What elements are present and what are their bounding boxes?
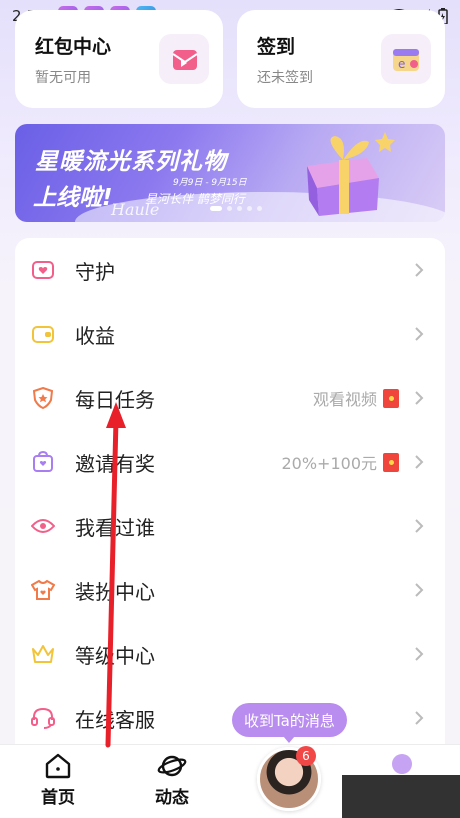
menu-item-label: 我看过谁	[75, 515, 155, 540]
chevron-right-icon	[409, 708, 429, 728]
red-envelope-icon	[159, 34, 209, 84]
menu-item-label: 守护	[75, 259, 115, 284]
heart-tv-icon	[31, 258, 55, 282]
watermark-block	[342, 775, 460, 818]
shield-task-icon	[31, 386, 55, 410]
menu-item-invite-rewards[interactable]: 邀请有奖 20%+100元	[15, 430, 445, 494]
menu-item-label: 在线客服	[75, 707, 155, 732]
menu-item-customer-service[interactable]: 在线客服	[15, 686, 445, 750]
home-icon	[45, 753, 71, 779]
nav-label: 首页	[41, 788, 75, 808]
unread-badge: 6	[296, 746, 316, 766]
banner-date: 9月9日 - 9月15日	[173, 178, 247, 188]
banner-headline: 星暖流光系列礼物	[35, 149, 227, 175]
chevron-right-icon	[409, 388, 429, 408]
menu-item-label: 每日任务	[75, 387, 155, 412]
red-packet-icon	[383, 452, 399, 472]
chevron-right-icon	[409, 516, 429, 536]
menu-item-hint: 观看视频	[313, 386, 399, 410]
nav-tab-home[interactable]: 首页	[23, 753, 93, 808]
crown-icon	[31, 642, 55, 666]
gift-bag-icon	[31, 450, 55, 474]
message-tooltip[interactable]: 收到Ta的消息	[232, 703, 347, 743]
chevron-right-icon	[409, 324, 429, 344]
menu-item-earnings[interactable]: 收益	[15, 302, 445, 366]
banner-pagination[interactable]	[210, 206, 262, 211]
calendar-checkin-icon: e	[381, 34, 431, 84]
promo-banner[interactable]: 星暖流光系列礼物 上线啦! 9月9日 - 9月15日 星河长伴 鹊梦同行 Hau…	[15, 124, 445, 222]
nav-tab-feed[interactable]: 动态	[137, 753, 207, 808]
red-envelope-center-card[interactable]: 红包中心 暂无可用	[15, 10, 223, 108]
banner-tagline: 星河长伴 鹊梦同行	[145, 192, 245, 206]
hint-text: 20%+100元	[281, 454, 377, 473]
banner-headline-2: 上线啦!	[33, 185, 113, 211]
banner-signature: Haule	[111, 200, 160, 219]
wallet-icon	[31, 322, 55, 346]
gift-box-icon	[307, 132, 395, 216]
headset-icon	[31, 706, 55, 730]
menu-item-hint: 20%+100元	[281, 450, 399, 474]
planet-icon	[157, 755, 187, 777]
menu-item-dressup-center[interactable]: 装扮中心	[15, 558, 445, 622]
menu-list: 守护 收益 每日任务 观看视频 邀请有奖 20%+100元 我看过谁 装扮中心 …	[15, 238, 445, 758]
svg-text:e: e	[398, 57, 405, 71]
red-packet-icon	[383, 388, 399, 408]
chevron-right-icon	[409, 580, 429, 600]
menu-item-visited[interactable]: 我看过谁	[15, 494, 445, 558]
nav-indicator-dot	[392, 754, 412, 774]
tshirt-icon	[31, 578, 55, 602]
menu-item-daily-tasks[interactable]: 每日任务 观看视频	[15, 366, 445, 430]
menu-item-level-center[interactable]: 等级中心	[15, 622, 445, 686]
checkin-card[interactable]: 签到 还未签到 e	[237, 10, 445, 108]
hint-text: 观看视频	[312, 390, 377, 409]
menu-item-guard[interactable]: 守护	[15, 238, 445, 302]
nav-label: 动态	[155, 788, 189, 808]
chevron-right-icon	[409, 452, 429, 472]
menu-item-label: 邀请有奖	[75, 451, 155, 476]
menu-item-label: 收益	[75, 323, 115, 348]
chevron-right-icon	[409, 644, 429, 664]
chevron-right-icon	[409, 260, 429, 280]
menu-item-label: 等级中心	[75, 643, 155, 668]
menu-item-label: 装扮中心	[75, 579, 155, 604]
eye-icon	[31, 514, 55, 538]
